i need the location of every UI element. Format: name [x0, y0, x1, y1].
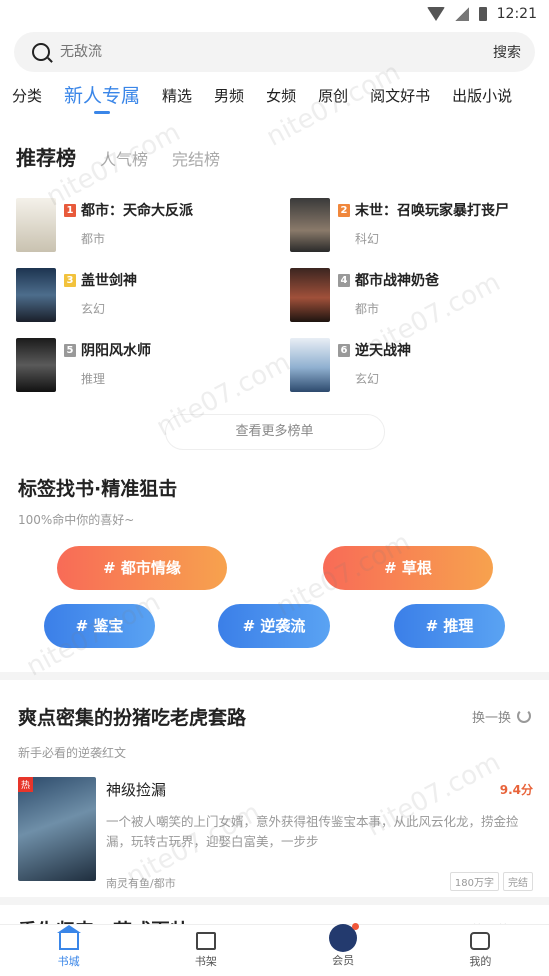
book-title: 神级捡漏: [106, 781, 167, 799]
tab-nanpin[interactable]: 男频: [214, 85, 244, 116]
book-cover: [16, 268, 56, 322]
hot-badge: 热: [18, 777, 34, 792]
tag-pill[interactable]: # 逆袭流: [218, 604, 330, 648]
book-icon: [195, 932, 216, 950]
nav-member[interactable]: 会员: [303, 922, 383, 968]
tab-xinren[interactable]: 新人专属: [64, 81, 140, 116]
swap-button[interactable]: 换一换: [472, 707, 531, 726]
rank-book[interactable]: 6 逆天战神 玄幻: [290, 338, 549, 392]
book-category: 都市: [81, 232, 106, 246]
book-category: 推理: [81, 372, 106, 386]
nav-bookstore[interactable]: 书城: [29, 925, 109, 969]
book-title: 都市战神奶爸: [355, 273, 439, 289]
rank-tab-finished[interactable]: 完结榜: [172, 146, 220, 170]
battery-icon: [478, 7, 487, 21]
bottom-nav: 书城 书架 会员 我的: [0, 922, 549, 976]
section-divider: [0, 672, 549, 680]
tag-section-title: 标签找书·精准狙击: [18, 478, 178, 500]
rank-book[interactable]: 1 都市：天命大反派 都市: [16, 198, 290, 252]
rank-badge: 1: [64, 203, 76, 217]
tag-row-2: # 鉴宝 # 逆袭流 # 推理: [0, 604, 549, 662]
rank-badge: 3: [64, 273, 76, 287]
book-title: 逆天战神: [355, 343, 411, 359]
rank-badge: 6: [338, 343, 350, 357]
featured-book[interactable]: 热 神级捡漏 9.4分 一个被人嘲笑的上门女婿，意外获得祖传鉴宝本事，从此风云化…: [0, 761, 549, 891]
user-icon: [470, 932, 491, 950]
tag-pill[interactable]: # 草根: [323, 546, 493, 590]
rank-book[interactable]: 2 末世：召唤玩家暴打丧尸 科幻: [290, 198, 549, 252]
nav-bookshelf[interactable]: 书架: [166, 932, 246, 969]
tag-section-subtitle: 100%命中你的喜好~: [18, 513, 135, 527]
tag-pill[interactable]: # 都市情缘: [57, 546, 227, 590]
search-input[interactable]: [60, 44, 493, 60]
book-cover: [290, 198, 330, 252]
book-title: 都市：天命大反派: [81, 203, 193, 219]
book-description: 一个被人嘲笑的上门女婿，意外获得祖传鉴宝本事，从此风云化龙，捞金捡漏，玩转古玩界…: [106, 814, 519, 849]
category-tabs: 分类 新人专属 精选 男频 女频 原创 阅文好书 出版小说: [0, 72, 549, 116]
book-author-category: 南灵有鱼/都市: [106, 877, 176, 890]
book-title: 阴阳风水师: [81, 343, 151, 359]
book-category: 都市: [355, 302, 380, 316]
book-title: 盖世剑神: [81, 273, 137, 289]
nav-mine[interactable]: 我的: [440, 932, 520, 969]
rank-tab-popular[interactable]: 人气榜: [100, 146, 148, 170]
home-icon: [56, 925, 81, 950]
book-cover: [16, 338, 56, 392]
status-bar: 12:21: [0, 0, 549, 28]
book-category: 科幻: [355, 232, 380, 246]
book-cover: [290, 268, 330, 322]
tab-yuewen[interactable]: 阅文好书: [370, 85, 430, 116]
book-title: 末世：召唤玩家暴打丧尸: [355, 203, 509, 219]
book-cover: [16, 198, 56, 252]
search-button[interactable]: 搜索: [493, 42, 521, 62]
search-icon: [32, 43, 50, 61]
tab-fenlei[interactable]: 分类: [12, 85, 42, 116]
word-count-tag: 180万字: [449, 872, 499, 891]
more-rank-button[interactable]: 查看更多榜单: [164, 414, 385, 450]
tag-row-1: # 都市情缘 # 草根: [0, 546, 549, 604]
rank-book[interactable]: 3 盖世剑神 玄幻: [16, 268, 290, 322]
book-score: 9.4分: [499, 783, 533, 797]
status-tag: 完结: [503, 872, 533, 891]
nav-label: 书架: [194, 955, 217, 968]
nav-label: 会员: [332, 953, 355, 967]
swap-label: 换一换: [471, 710, 511, 726]
rank-badge: 5: [64, 343, 76, 357]
search-bar[interactable]: 搜索: [14, 32, 535, 72]
topic-header: 爽点密集的扮猪吃老虎套路 换一换: [0, 680, 549, 732]
topic-title: 爽点密集的扮猪吃老虎套路: [18, 706, 247, 729]
rank-badge: 2: [338, 203, 350, 217]
tab-jingxuan[interactable]: 精选: [162, 85, 192, 116]
book-category: 玄幻: [355, 372, 380, 386]
section-divider: [0, 897, 549, 905]
tab-yuanchuang[interactable]: 原创: [318, 85, 348, 116]
tab-nvpin[interactable]: 女频: [266, 85, 296, 116]
book-cover: 热: [18, 777, 96, 881]
book-cover: [290, 338, 330, 392]
rank-list: 1 都市：天命大反派 都市 2 末世：召唤玩家暴打丧尸 科幻 3 盖世剑神 玄幻 4都…: [0, 186, 549, 392]
tag-pill[interactable]: # 鉴宝: [44, 604, 155, 648]
wifi-icon: [426, 7, 445, 21]
cell-signal-icon: [454, 7, 469, 21]
status-time: 12:21: [496, 6, 537, 22]
nav-label: 书城: [57, 955, 80, 968]
tab-chuban[interactable]: 出版小说: [452, 85, 512, 116]
topic-subtitle: 新手必看的逆袭红文: [18, 746, 127, 760]
rank-book[interactable]: 4 都市战神奶爸 都市: [290, 268, 549, 322]
nav-label: 我的: [469, 955, 492, 968]
shield-icon: [329, 922, 360, 952]
rank-badge: 4: [338, 273, 350, 287]
rank-tabs: 推荐榜 人气榜 完结榜: [0, 116, 549, 186]
book-category: 玄幻: [81, 302, 106, 316]
refresh-icon: [517, 709, 531, 723]
rank-tab-recommend[interactable]: 推荐榜: [16, 142, 76, 171]
tag-pill[interactable]: # 推理: [394, 604, 505, 648]
rank-book[interactable]: 5 阴阳风水师 推理: [16, 338, 290, 392]
